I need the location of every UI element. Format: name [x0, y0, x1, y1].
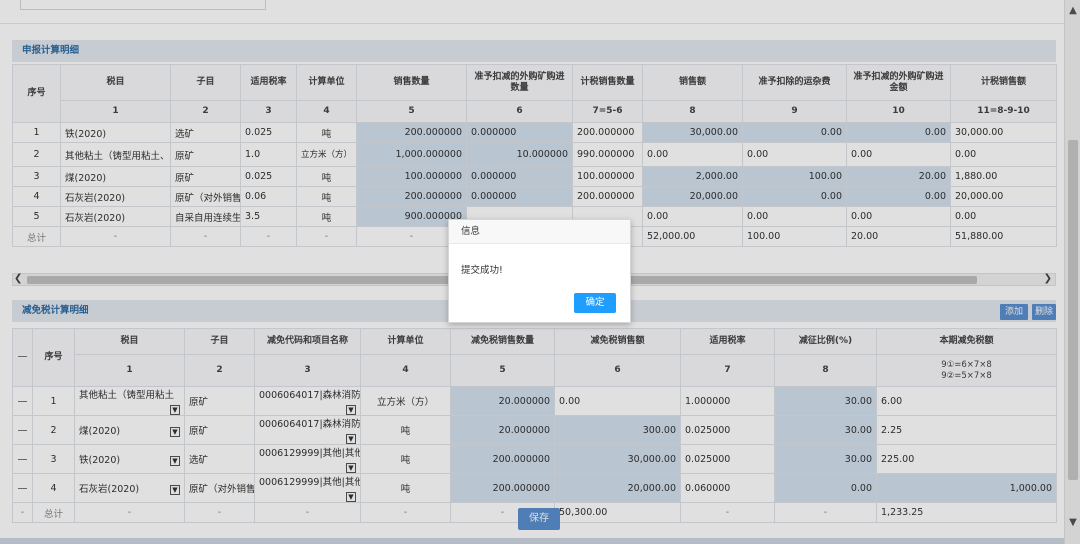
info-dialog: 信息 提交成功! 确定	[448, 219, 631, 323]
confirm-button[interactable]: 确定	[574, 293, 616, 313]
dialog-title: 信息	[449, 220, 630, 244]
dialog-message: 提交成功!	[461, 265, 503, 276]
